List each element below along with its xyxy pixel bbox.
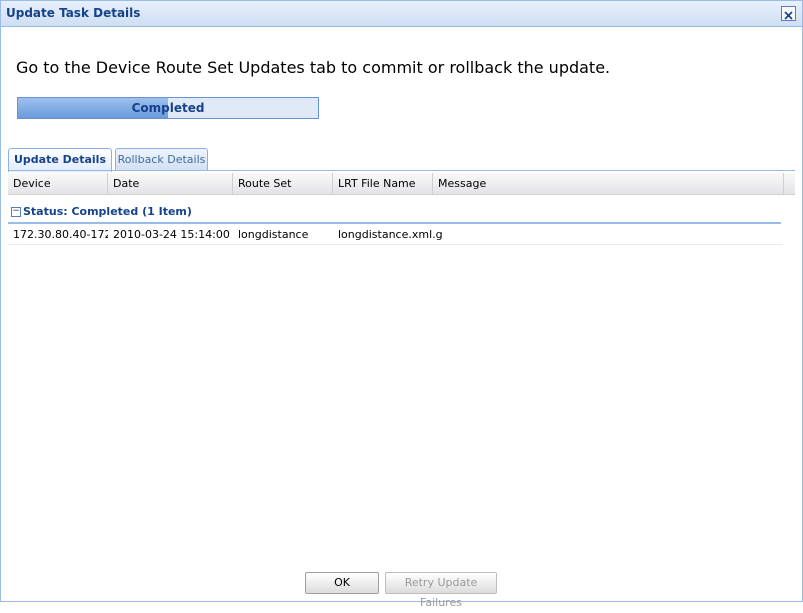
retry-update-failures-button[interactable]: Retry Update Failures xyxy=(385,572,497,609)
column-header-lrt-file-name[interactable]: LRT File Name xyxy=(333,173,433,194)
cell-device: 172.30.80.40-172.3 xyxy=(13,228,108,241)
cell-route-set: longdistance xyxy=(238,228,309,241)
tab-strip-divider xyxy=(8,170,795,171)
cell-message xyxy=(433,225,773,244)
tab-strip: Update Details Rollback Details xyxy=(8,148,795,172)
column-header-device[interactable]: Device xyxy=(8,173,108,194)
cell-date: 2010-03-24 15:14:00 xyxy=(113,228,230,241)
grid-header: Device Date Route Set LRT File Name Mess… xyxy=(8,173,795,195)
close-icon[interactable] xyxy=(781,6,796,21)
tab-rollback-details[interactable]: Rollback Details xyxy=(115,148,208,170)
column-header-date[interactable]: Date xyxy=(108,173,233,194)
dialog-titlebar: Update Task Details xyxy=(1,1,802,27)
group-header[interactable]: − Status: Completed (1 Item) xyxy=(8,204,781,224)
cell-lrt-file-name: longdistance.xml.gz xyxy=(338,228,443,241)
column-header-message[interactable]: Message xyxy=(433,173,784,194)
table-row[interactable]: 172.30.80.40-172.3 2010-03-24 15:14:00 l… xyxy=(8,225,783,245)
progress-label: Completed xyxy=(131,101,205,115)
ok-button[interactable]: OK xyxy=(305,572,379,594)
update-task-details-dialog: Update Task Details Go to the Device Rou… xyxy=(0,0,803,609)
group-label: Status: Completed (1 Item) xyxy=(23,205,192,218)
instruction-message: Go to the Device Route Set Updates tab t… xyxy=(16,58,611,77)
tab-update-details[interactable]: Update Details xyxy=(8,148,112,172)
collapse-icon[interactable]: − xyxy=(11,207,21,217)
column-header-route-set[interactable]: Route Set xyxy=(233,173,333,194)
dialog-title: Update Task Details xyxy=(6,6,141,20)
progress-bar: Completed xyxy=(17,97,319,119)
